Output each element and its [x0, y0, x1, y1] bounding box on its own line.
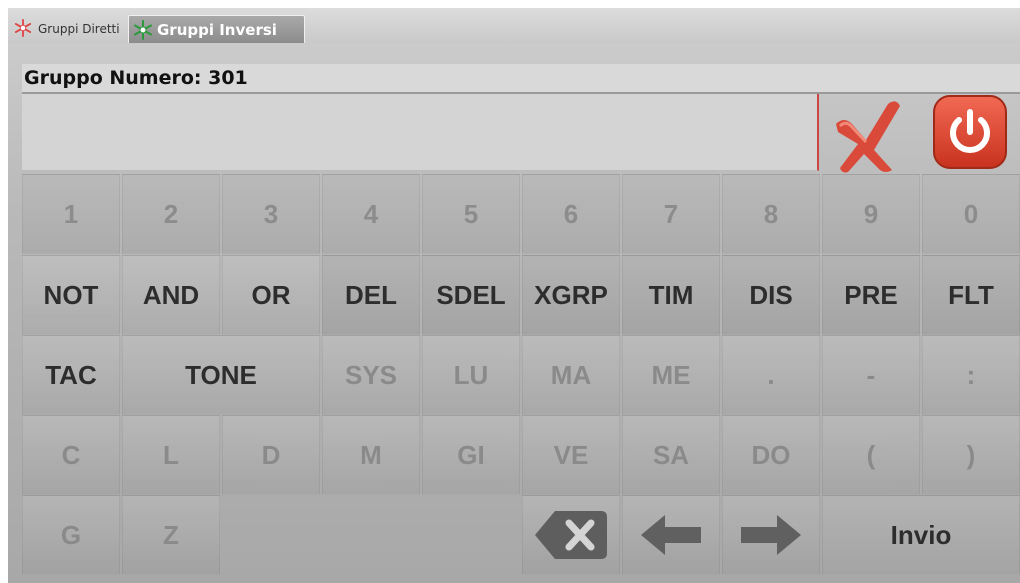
enter-button[interactable]: Invio	[822, 495, 1020, 575]
key-9[interactable]: 9	[822, 174, 920, 254]
key-7[interactable]: 7	[622, 174, 720, 254]
key-or[interactable]: OR	[222, 255, 320, 335]
backspace-key[interactable]	[522, 495, 620, 575]
key-c[interactable]: C	[22, 415, 120, 495]
key-tim[interactable]: TIM	[622, 255, 720, 335]
power-button[interactable]	[932, 94, 1008, 170]
key-sa[interactable]: SA	[622, 415, 720, 495]
key-l[interactable]: L	[122, 415, 220, 495]
key-tone[interactable]: TONE	[122, 335, 320, 415]
group-header: Gruppo Numero: 301	[22, 64, 1020, 94]
key-me[interactable]: ME	[622, 335, 720, 415]
backspace-icon	[535, 511, 607, 559]
tab-label: Gruppi Diretti	[38, 22, 120, 36]
key-d[interactable]: D	[222, 415, 320, 495]
key-minus[interactable]: -	[822, 335, 920, 415]
key-m[interactable]: M	[322, 415, 420, 495]
key-z[interactable]: Z	[122, 495, 220, 575]
cursor-right-key[interactable]	[722, 495, 820, 575]
group-number-label: Gruppo Numero: 301	[24, 67, 248, 89]
key-colon[interactable]: :	[922, 335, 1020, 415]
key-close-paren[interactable]: )	[922, 415, 1020, 495]
key-3[interactable]: 3	[222, 174, 320, 254]
key-do[interactable]: DO	[722, 415, 820, 495]
key-dis[interactable]: DIS	[722, 255, 820, 335]
key-0[interactable]: 0	[922, 174, 1020, 254]
key-tac[interactable]: TAC	[22, 335, 120, 415]
key-flt[interactable]: FLT	[922, 255, 1020, 335]
key-2[interactable]: 2	[122, 174, 220, 254]
key-dot[interactable]: .	[722, 335, 820, 415]
key-lu[interactable]: LU	[422, 335, 520, 415]
key-and[interactable]: AND	[122, 255, 220, 335]
clear-button[interactable]	[826, 94, 908, 174]
key-1[interactable]: 1	[22, 174, 120, 254]
key-pre[interactable]: PRE	[822, 255, 920, 335]
tab-label: Gruppi Inversi	[157, 20, 277, 39]
tab-bar: Gruppi Diretti Gruppi Inversi	[8, 8, 1020, 44]
key-sdel[interactable]: SDEL	[422, 255, 520, 335]
power-icon	[933, 95, 1007, 169]
app-window: Gruppi Diretti Gruppi Inversi Gruppo Num…	[8, 8, 1020, 583]
arrow-left-icon	[641, 515, 701, 555]
key-xgrp[interactable]: XGRP	[522, 255, 620, 335]
tab-gruppi-inversi[interactable]: Gruppi Inversi	[128, 15, 305, 43]
key-open-paren[interactable]: (	[822, 415, 920, 495]
cursor-left-key[interactable]	[622, 495, 720, 575]
key-sys[interactable]: SYS	[322, 335, 420, 415]
key-8[interactable]: 8	[722, 174, 820, 254]
snowflake-icon	[14, 19, 34, 39]
key-ma[interactable]: MA	[522, 335, 620, 415]
key-5[interactable]: 5	[422, 174, 520, 254]
snowflake-icon	[133, 19, 153, 40]
key-del[interactable]: DEL	[322, 255, 420, 335]
command-entry-field[interactable]	[22, 94, 819, 171]
tab-gruppi-diretti[interactable]: Gruppi Diretti	[10, 17, 128, 41]
key-not[interactable]: NOT	[22, 255, 120, 335]
key-6[interactable]: 6	[522, 174, 620, 254]
key-ve[interactable]: VE	[522, 415, 620, 495]
key-4[interactable]: 4	[322, 174, 420, 254]
key-gi[interactable]: GI	[422, 415, 520, 495]
key-g[interactable]: G	[22, 495, 120, 575]
x-mark-icon	[836, 101, 900, 173]
arrow-right-icon	[741, 515, 801, 555]
